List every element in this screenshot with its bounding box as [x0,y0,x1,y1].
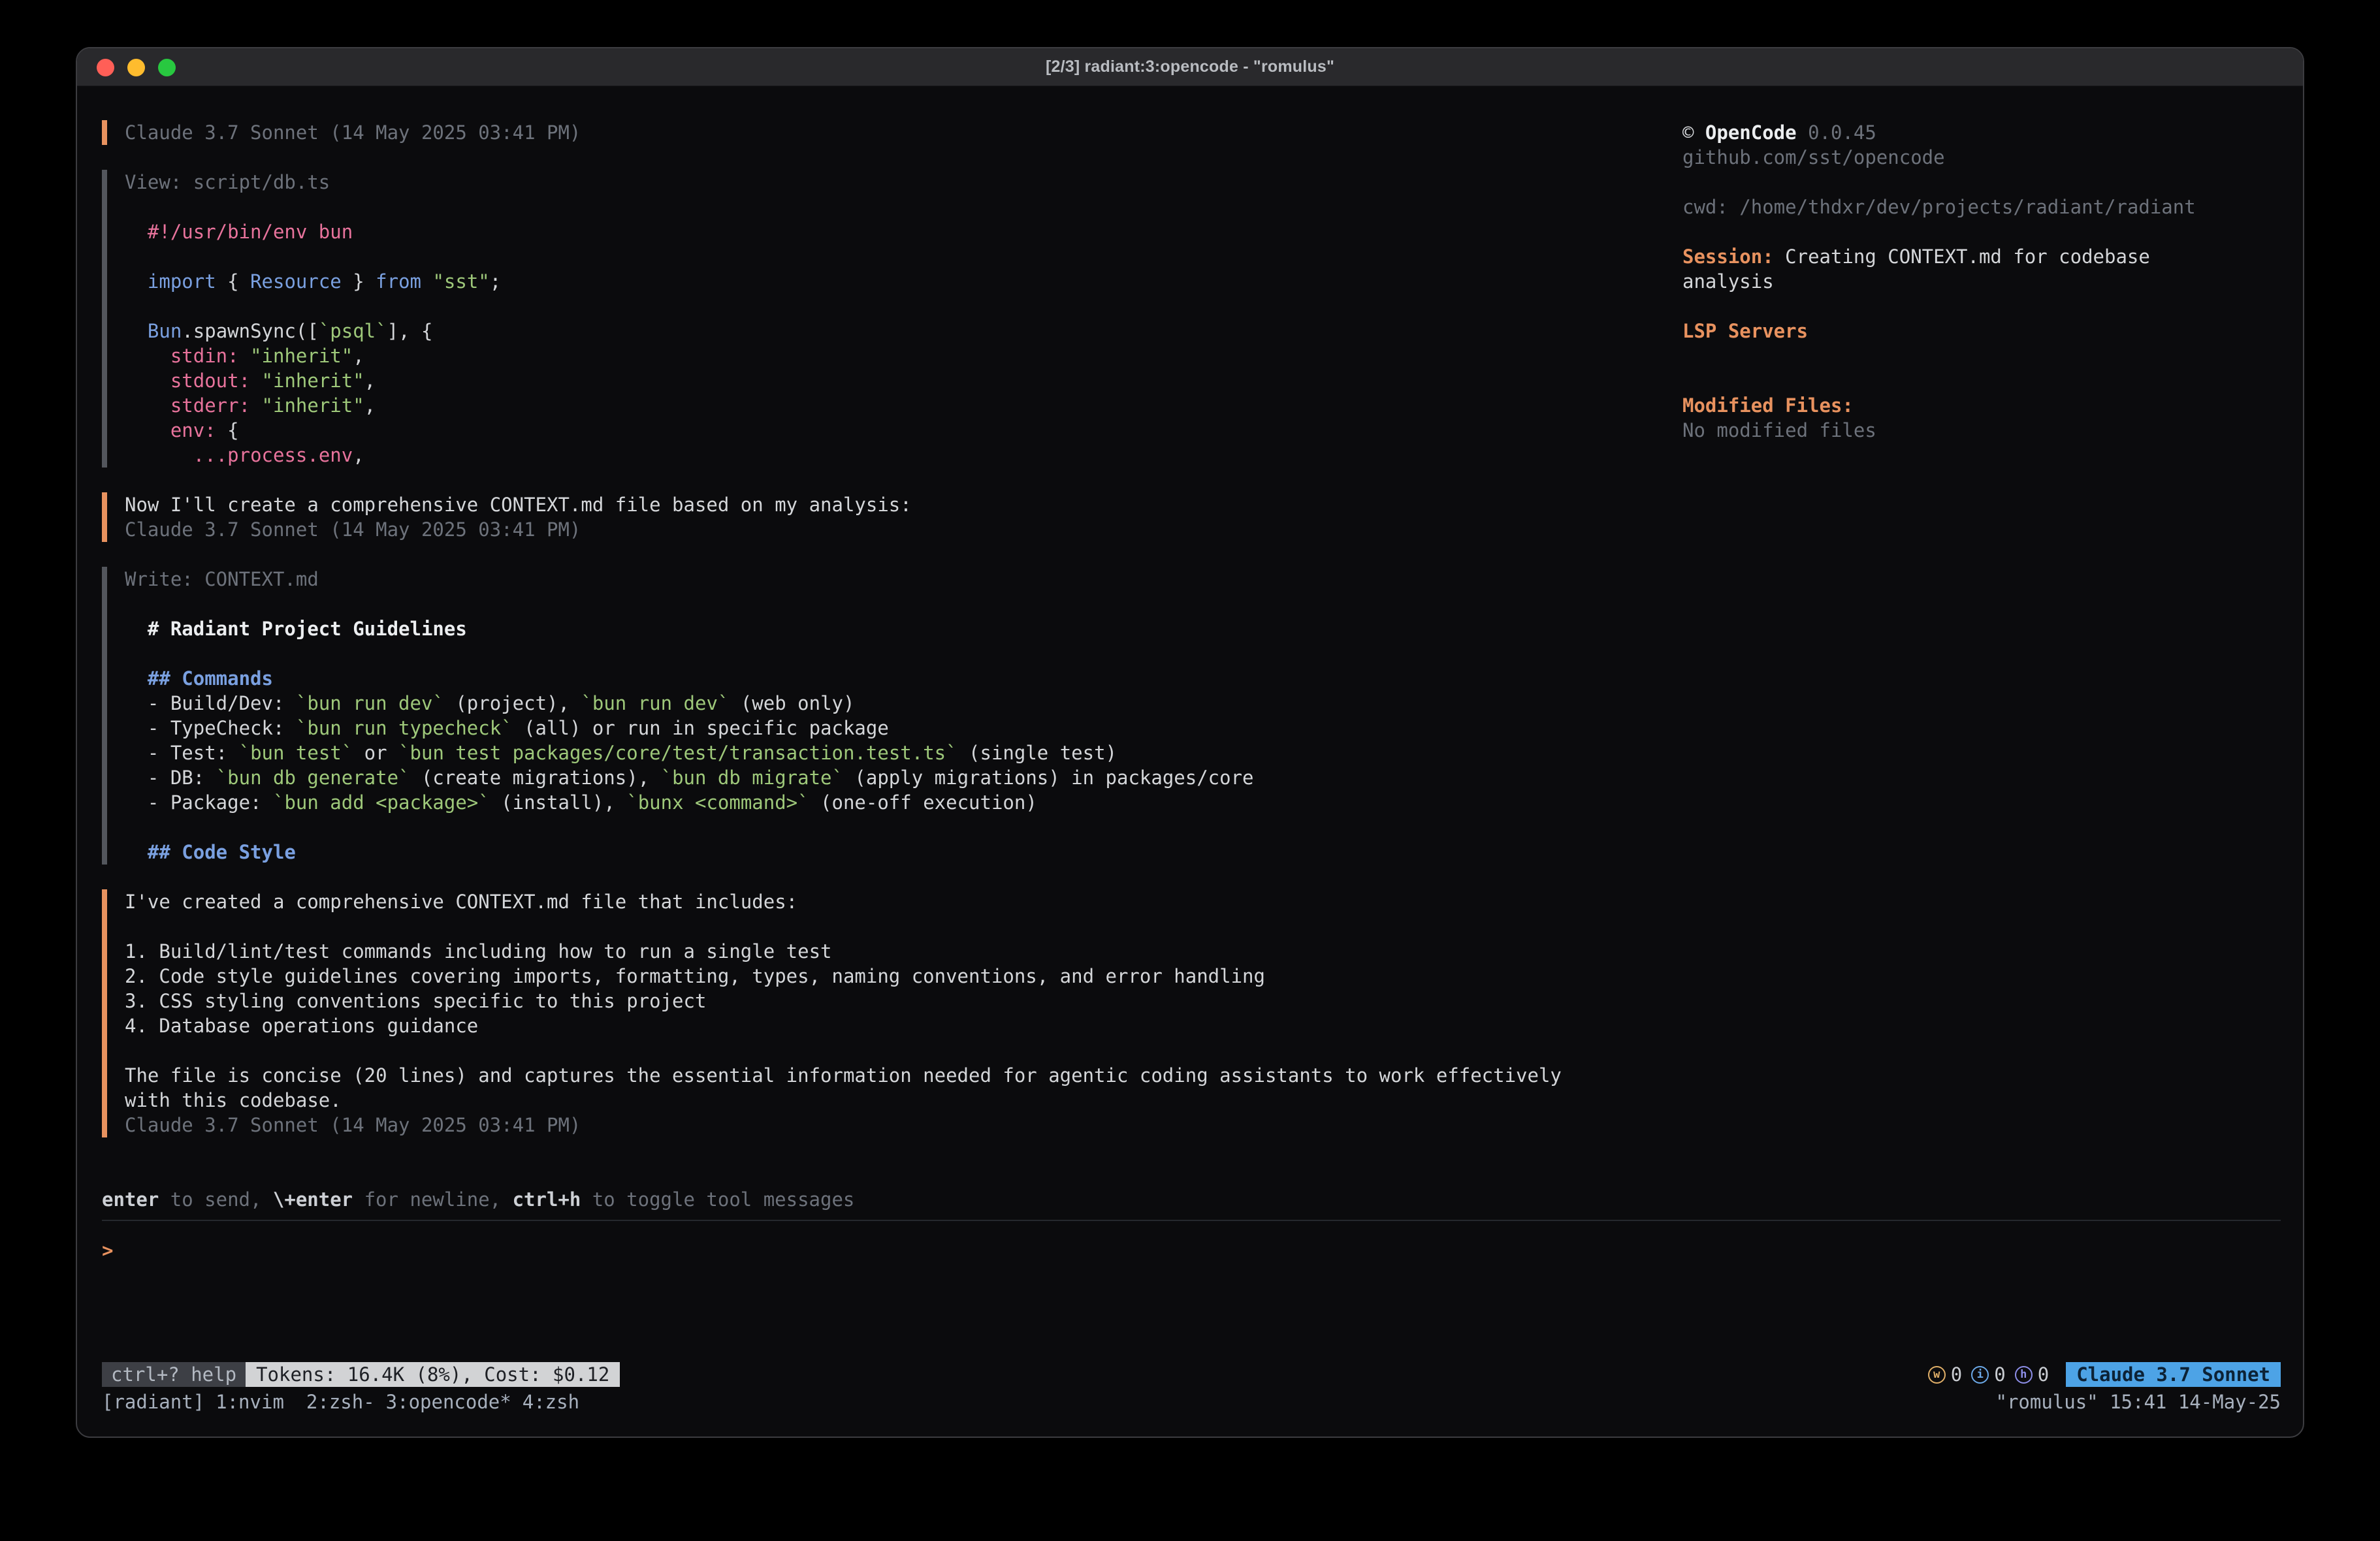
text-line: View: script/db.ts [125,170,1654,195]
assistant-message: Now I'll create a comprehensive CONTEXT.… [102,492,1654,542]
close-button[interactable] [97,59,114,76]
text-line [125,244,1654,269]
tmux-window[interactable]: 2:zsh- [306,1391,375,1413]
text-line: env: { [125,418,1654,443]
text-line: cwd: /home/thdxr/dev/projects/radiant/ra… [1682,195,2281,219]
tmux-session-name: [radiant] [102,1390,204,1414]
info-count: 0 [1994,1362,2005,1387]
warnings-icon: w [1928,1366,1946,1384]
minimize-button[interactable] [127,59,145,76]
tmux-window[interactable]: 4:zsh [523,1391,579,1413]
terminal-content: Claude 3.7 Sonnet (14 May 2025 03:41 PM)… [77,86,2303,1437]
prompt-symbol: > [102,1239,113,1262]
traffic-lights [97,48,176,86]
text-line: analysis [1682,269,2281,294]
tmux-window-list: [radiant] 1:nvim 2:zsh- 3:opencode* 4:zsh [102,1390,579,1414]
text-line: stdout: "inherit", [125,368,1654,393]
tmux-window[interactable]: 1:nvim [216,1391,284,1413]
session-sidebar: © OpenCode 0.0.45github.com/sst/opencode… [1654,120,2281,443]
text-line: - Package: `bun add <package>` (install)… [125,790,1654,815]
hints-icon: h [2015,1366,2033,1384]
text-line [125,592,1654,616]
text-line: LSP Servers [1682,319,2281,343]
text-line [125,815,1654,840]
text-line [125,1038,1654,1063]
statusbar-spacer [620,1362,1927,1387]
text-line: #!/usr/bin/env bun [125,219,1654,244]
tmux-host-clock: "romulus" 15:41 14-May-25 [1996,1390,2281,1414]
text-line: ## Code Style [125,840,1654,865]
text-line: Claude 3.7 Sonnet (14 May 2025 03:41 PM) [125,517,1654,542]
text-line: The file is concise (20 lines) and captu… [125,1063,1654,1088]
tool-message: Write: CONTEXT.md # Radiant Project Guid… [102,567,1654,865]
text-line [125,641,1654,666]
tokens-cost-chip: Tokens: 16.4K (8%), Cost: $0.12 [246,1362,620,1387]
assistant-message: I've created a comprehensive CONTEXT.md … [102,889,1654,1137]
chat-scroll-area[interactable]: Claude 3.7 Sonnet (14 May 2025 03:41 PM)… [102,120,1654,1162]
text-line [1682,170,2281,195]
tmux-status-bar: [radiant] 1:nvim 2:zsh- 3:opencode* 4:zsh "… [102,1390,2281,1414]
text-line: - Build/Dev: `bun run dev` (project), `b… [125,691,1654,716]
zoom-button[interactable] [158,59,176,76]
message-input[interactable]: > [102,1220,2281,1362]
text-line: Claude 3.7 Sonnet (14 May 2025 03:41 PM) [125,1113,1654,1137]
assistant-message: Claude 3.7 Sonnet (14 May 2025 03:41 PM) [102,120,1654,145]
text-line [1682,294,2281,319]
text-line: I've created a comprehensive CONTEXT.md … [125,889,1654,914]
text-line [125,914,1654,939]
text-line: © OpenCode 0.0.45 [1682,120,2281,145]
text-line [125,294,1654,319]
text-line [125,195,1654,219]
titlebar[interactable]: [2/3] radiant:3:opencode - "romulus" [77,48,2303,86]
text-line: - TypeCheck: `bun run typecheck` (all) o… [125,716,1654,740]
text-line: Bun.spawnSync([`psql`], { [125,319,1654,343]
text-line: with this codebase. [125,1088,1654,1113]
text-line: Session: Creating CONTEXT.md for codebas… [1682,244,2281,269]
tool-message: View: script/db.ts #!/usr/bin/env bun im… [102,170,1654,468]
main-area: Claude 3.7 Sonnet (14 May 2025 03:41 PM)… [102,120,2281,1162]
text-line: 3. CSS styling conventions specific to t… [125,989,1654,1013]
text-line: Modified Files: [1682,393,2281,418]
text-line: Now I'll create a comprehensive CONTEXT.… [125,492,1654,517]
text-line: ...process.env, [125,443,1654,468]
terminal-window: [2/3] radiant:3:opencode - "romulus" Cla… [76,47,2304,1438]
status-bar: ctrl+? help Tokens: 16.4K (8%), Cost: $0… [102,1362,2281,1387]
lsp-diagnostics: w0i0h0 [1928,1362,2058,1387]
text-line: Claude 3.7 Sonnet (14 May 2025 03:41 PM) [125,120,1654,145]
text-line [1682,219,2281,244]
text-line [1682,368,2281,393]
text-line: Write: CONTEXT.md [125,567,1654,592]
warnings-count: 0 [1951,1362,1962,1387]
hints-count: 0 [2038,1362,2049,1387]
info-icon: i [1971,1366,1989,1384]
text-line: stdin: "inherit", [125,343,1654,368]
text-line: 2. Code style guidelines covering import… [125,964,1654,989]
text-line: import { Resource } from "sst"; [125,269,1654,294]
text-line [1682,343,2281,368]
text-line: - DB: `bun db generate` (create migratio… [125,765,1654,790]
text-line: # Radiant Project Guidelines [125,616,1654,641]
diagnostic-warnings: w0 [1928,1362,1962,1387]
text-line: github.com/sst/opencode [1682,145,2281,170]
help-hint-chip: ctrl+? help [102,1362,246,1387]
text-line: enter to send, \+enter for newline, ctrl… [102,1187,2281,1212]
diagnostic-hints: h0 [2015,1362,2049,1387]
model-chip: Claude 3.7 Sonnet [2066,1362,2281,1387]
text-line: ## Commands [125,666,1654,691]
keybind-help: enter to send, \+enter for newline, ctrl… [102,1187,2281,1212]
window-title: [2/3] radiant:3:opencode - "romulus" [1046,57,1334,76]
tmux-window[interactable]: 3:opencode* [386,1391,511,1413]
text-line: 4. Database operations guidance [125,1013,1654,1038]
text-line: No modified files [1682,418,2281,443]
diagnostic-info: i0 [1971,1362,2005,1387]
text-line: - Test: `bun test` or `bun test packages… [125,740,1654,765]
text-line: stderr: "inherit", [125,393,1654,418]
text-line: 1. Build/lint/test commands including ho… [125,939,1654,964]
tmux-windows: 1:nvim 2:zsh- 3:opencode* 4:zsh [204,1390,579,1414]
